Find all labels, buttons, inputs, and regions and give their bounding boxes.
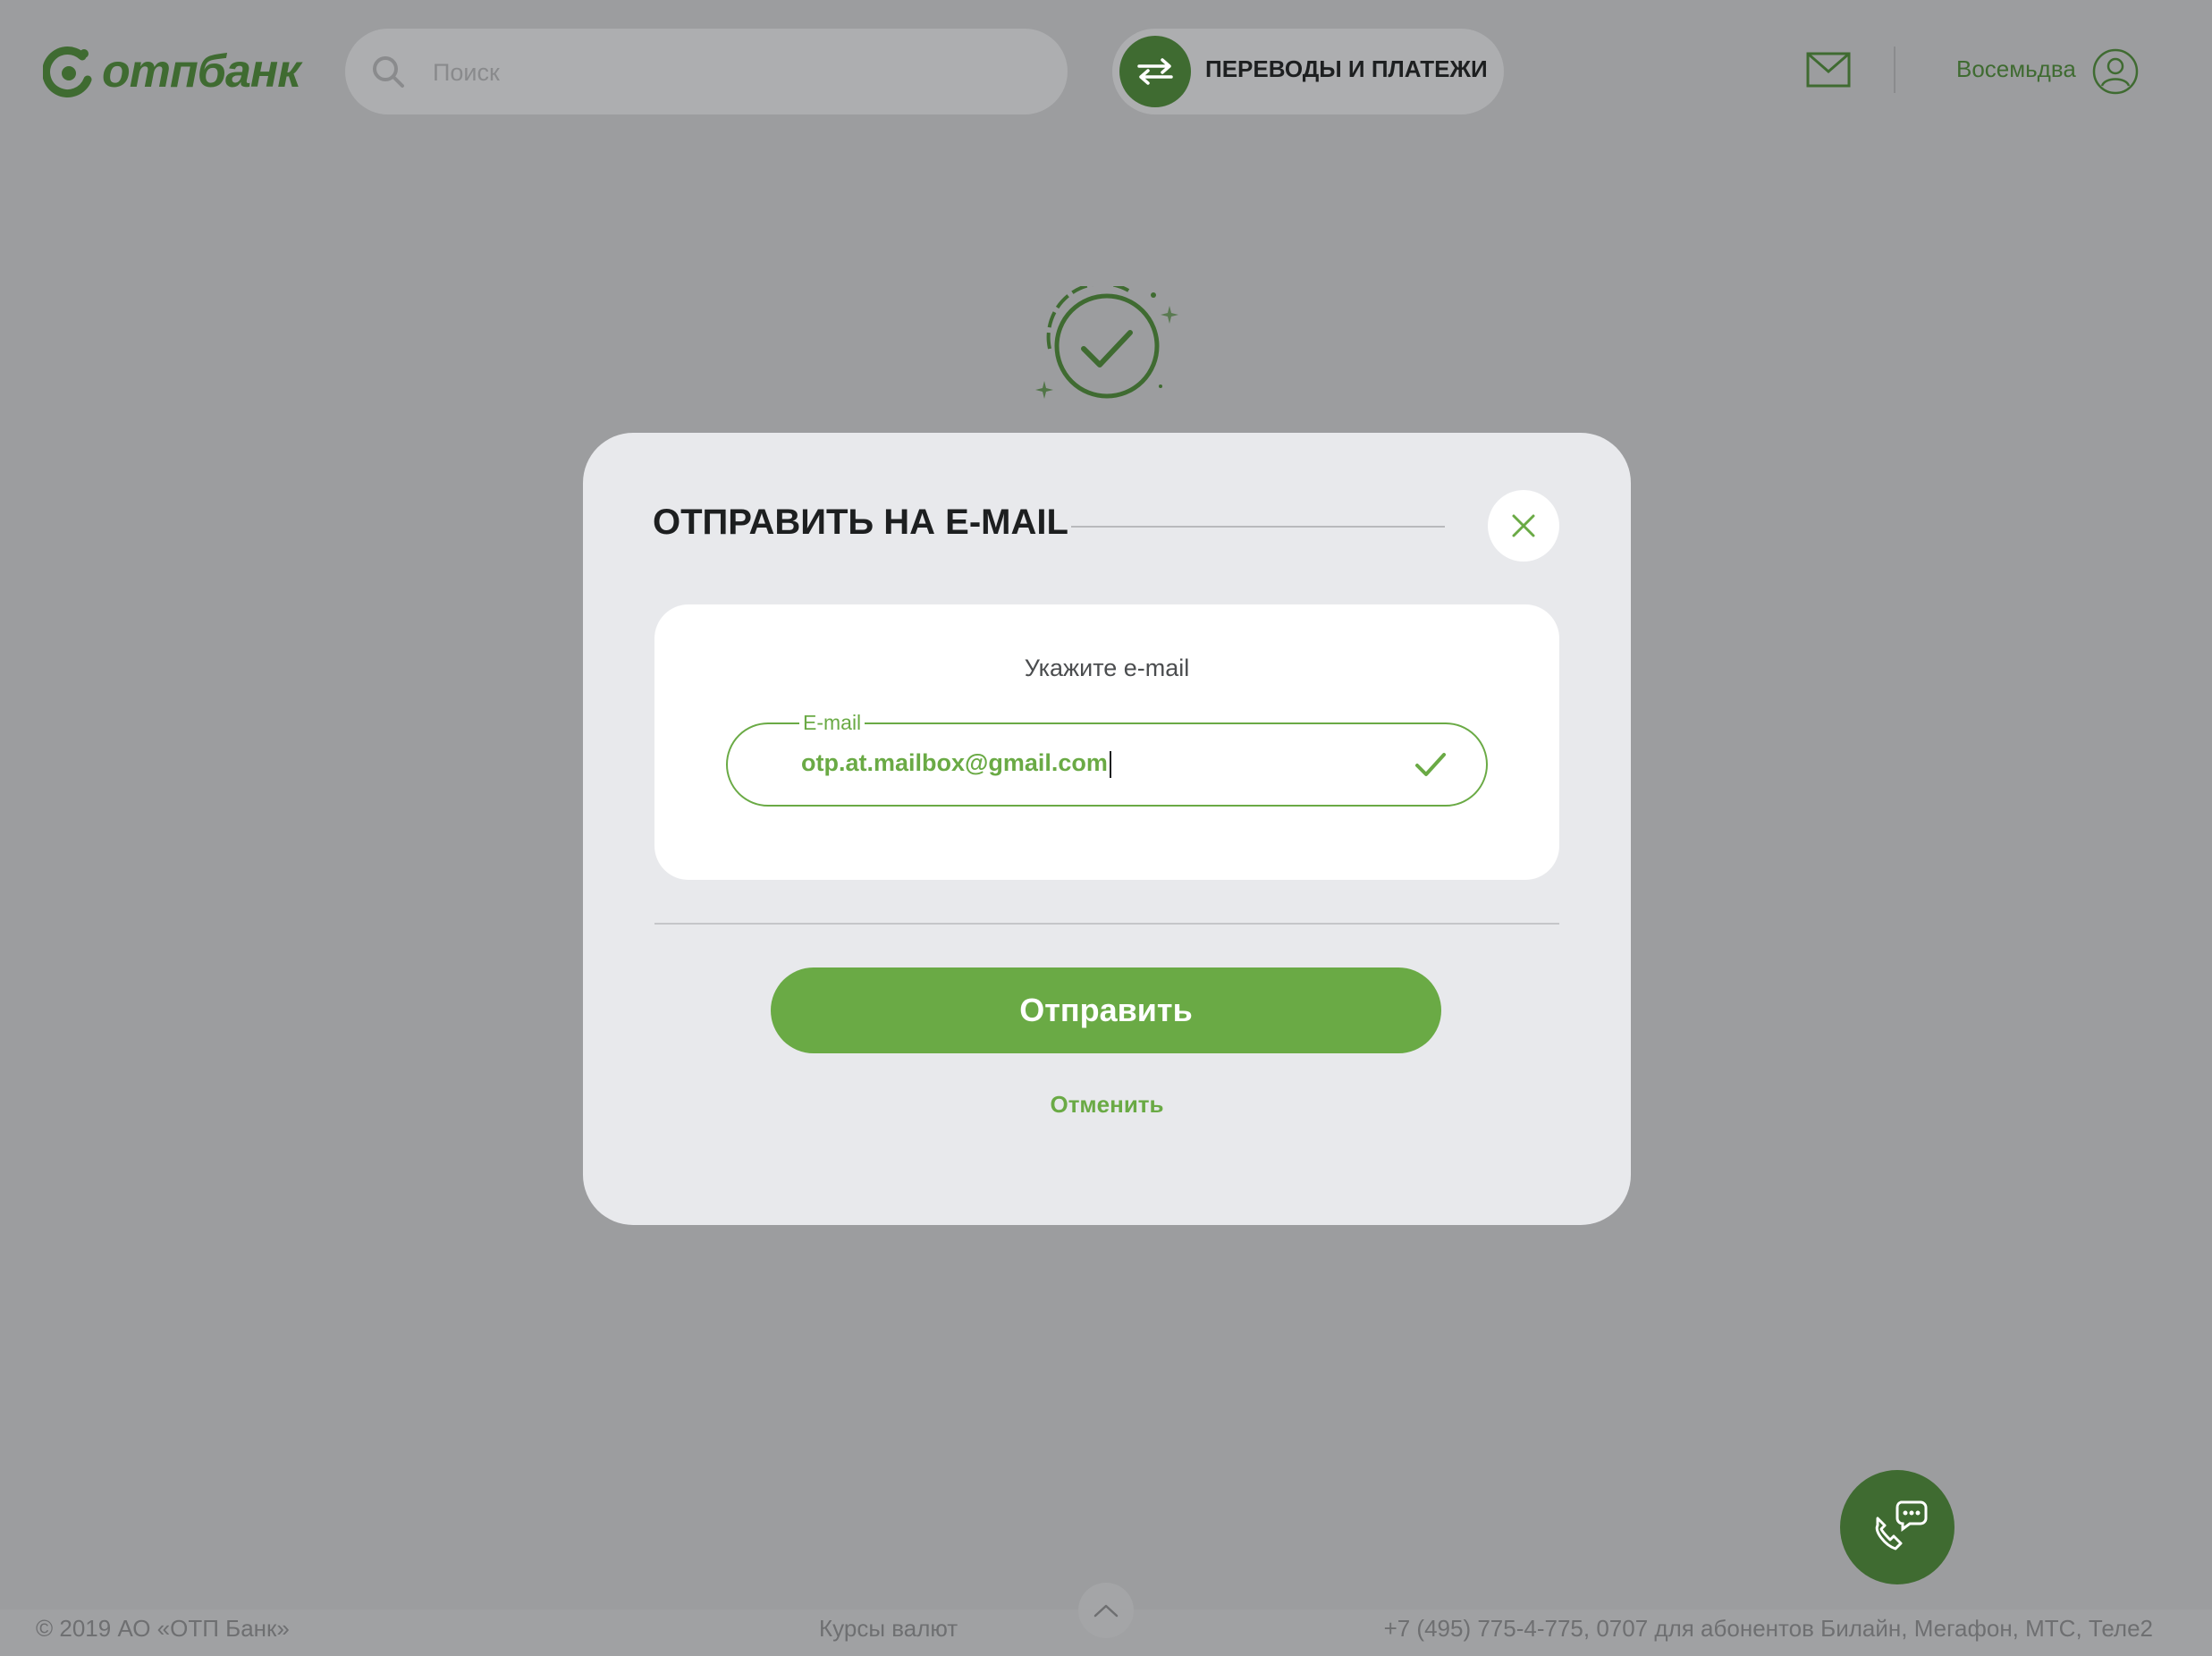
- email-field-label: E-mail: [799, 708, 865, 737]
- send-button[interactable]: Отправить: [771, 967, 1441, 1053]
- cancel-link[interactable]: Отменить: [583, 1091, 1631, 1119]
- logo-text: отпбанк: [102, 46, 301, 97]
- search-input[interactable]: [431, 46, 1043, 98]
- mail-icon[interactable]: [1806, 52, 1851, 88]
- search-icon: [373, 56, 404, 88]
- email-card: Укажите e-mail E-mail otp.at.mailbox@gma…: [654, 604, 1559, 880]
- username[interactable]: Восемьдва: [1956, 55, 2076, 83]
- close-icon: [1512, 514, 1535, 537]
- email-input-value[interactable]: otp.at.mailbox@gmail.com: [801, 749, 1111, 778]
- send-email-modal: ОТПРАВИТЬ НА E-MAIL Укажите e-mail E-mai…: [583, 433, 1631, 1225]
- success-check-icon: [1035, 286, 1178, 399]
- transfer-arrows-icon: [1119, 36, 1191, 107]
- email-value-text: otp.at.mailbox@gmail.com: [801, 749, 1108, 776]
- user-avatar-icon[interactable]: [2092, 48, 2139, 95]
- transfers-label: ПЕРЕВОДЫ И ПЛАТЕЖИ: [1205, 55, 1488, 82]
- otp-logo[interactable]: отпбанк: [43, 43, 301, 100]
- chevron-up-icon: [1093, 1604, 1119, 1618]
- search-bar[interactable]: [345, 29, 1068, 114]
- close-button[interactable]: [1488, 490, 1559, 562]
- modal-title: ОТПРАВИТЬ НА E-MAIL: [653, 503, 1068, 542]
- header: отпбанк ПЕРЕВОДЫ И ПЛАТЕЖИ Восемьдва: [0, 0, 2212, 143]
- input-valid-check-icon: [1415, 753, 1446, 776]
- phone-chat-icon: [1875, 1500, 1928, 1550]
- footer-phones: +7 (495) 775-4-775, 0707 для абонентов Б…: [1383, 1615, 2153, 1642]
- transfers-button[interactable]: ПЕРЕВОДЫ И ПЛАТЕЖИ: [1112, 29, 1504, 114]
- call-chat-button[interactable]: [1840, 1470, 1954, 1584]
- modal-separator: [654, 923, 1559, 925]
- footer-rates-link[interactable]: Курсы валют: [819, 1615, 958, 1643]
- header-divider: [1894, 46, 1895, 93]
- scroll-up-button[interactable]: [1078, 1583, 1134, 1638]
- email-field[interactable]: E-mail otp.at.mailbox@gmail.com: [726, 708, 1488, 807]
- text-caret: [1109, 750, 1111, 778]
- footer-copyright: © 2019 АО «ОТП Банк»: [36, 1615, 290, 1642]
- title-divider: [1071, 526, 1445, 528]
- card-label: Укажите e-mail: [1024, 655, 1190, 681]
- otp-logo-icon: [43, 46, 92, 97]
